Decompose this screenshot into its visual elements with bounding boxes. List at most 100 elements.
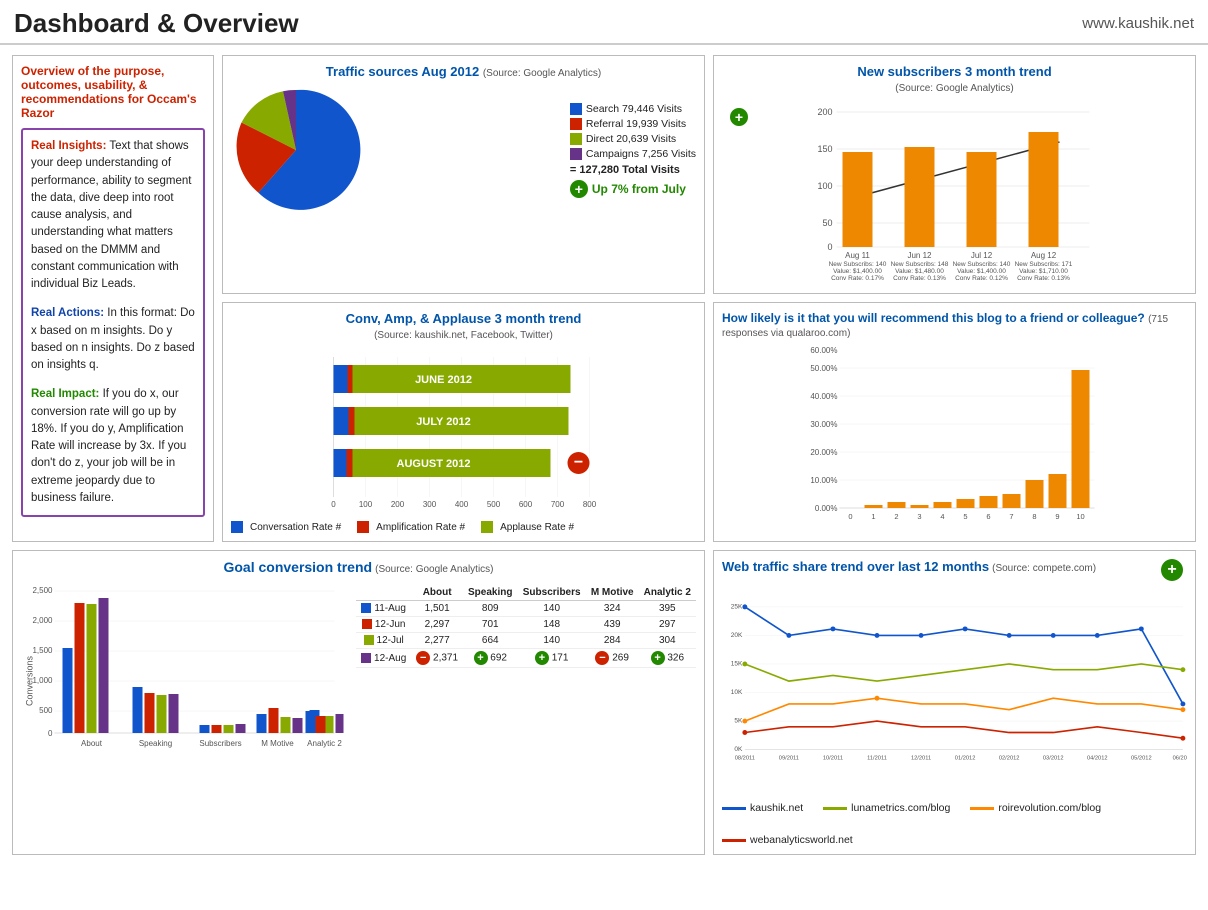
svg-text:1: 1 bbox=[871, 512, 875, 521]
bar-aug11 bbox=[843, 152, 873, 247]
goals-table: About Speaking Subscribers M Motive Anal… bbox=[356, 585, 696, 668]
svg-text:50.00%: 50.00% bbox=[810, 364, 837, 373]
svg-text:1,000: 1,000 bbox=[32, 676, 53, 685]
left-panel: Overview of the purpose, outcomes, usabi… bbox=[12, 55, 214, 542]
legend-item-kaushik: kaushik.net bbox=[722, 802, 803, 814]
list-item: Campaigns 7,256 Visits bbox=[570, 148, 696, 160]
bar-jul12 bbox=[967, 152, 997, 247]
legend-item: Conversation Rate # bbox=[231, 521, 341, 533]
svg-text:0: 0 bbox=[48, 729, 53, 738]
legend-item-luna: lunametrics.com/blog bbox=[823, 802, 950, 814]
svg-text:Conv Rate: 0.13%: Conv Rate: 0.13% bbox=[1017, 275, 1070, 282]
plus-icon-webtraffic: + bbox=[1161, 559, 1183, 581]
svg-text:10.00%: 10.00% bbox=[810, 476, 837, 485]
svg-text:0K: 0K bbox=[734, 746, 743, 753]
col-label bbox=[356, 585, 411, 601]
svg-text:Conv Rate: 0.13%: Conv Rate: 0.13% bbox=[893, 275, 946, 282]
goals-panel: Goal conversion trend (Source: Google An… bbox=[12, 550, 705, 855]
svg-text:500: 500 bbox=[487, 500, 501, 509]
col-speaking: Speaking bbox=[463, 585, 517, 601]
conv-amp-title: Conv, Amp, & Applause 3 month trend (Sou… bbox=[231, 311, 696, 341]
svg-text:AUGUST 2012: AUGUST 2012 bbox=[397, 458, 471, 470]
svg-text:5K: 5K bbox=[734, 718, 743, 725]
svg-text:60.00%: 60.00% bbox=[810, 346, 837, 355]
subscribers-chart-area: + 200 150 100 50 0 bbox=[722, 100, 1187, 285]
goals-chart: Conversions 2,500 2,000 1,500 1,000 500 … bbox=[21, 581, 348, 784]
row-label: 12-Jun bbox=[356, 617, 411, 633]
legend-item: Applause Rate # bbox=[481, 521, 574, 533]
svg-text:40.00%: 40.00% bbox=[810, 392, 837, 401]
legend-list: Search 79,446 Visits Referral 19,939 Vis… bbox=[570, 103, 696, 160]
bar-aug12 bbox=[1029, 132, 1059, 247]
svg-text:Conv Rate: 0.17%: Conv Rate: 0.17% bbox=[831, 275, 884, 282]
svg-text:New Subscribs: 140: New Subscribs: 140 bbox=[953, 261, 1011, 268]
webtraffic-title: Web traffic share trend over last 12 mon… bbox=[722, 559, 989, 574]
goals-title-area: Goal conversion trend (Source: Google An… bbox=[21, 559, 696, 575]
svg-text:5: 5 bbox=[963, 512, 967, 521]
svg-text:New Subscribs: 148: New Subscribs: 148 bbox=[891, 261, 949, 268]
plus-circle-subscribers: + bbox=[730, 108, 752, 126]
traffic-panel: Traffic sources Aug 2012 (Source: Google… bbox=[222, 55, 705, 294]
referral-dot bbox=[570, 118, 582, 130]
svg-text:08/2011: 08/2011 bbox=[735, 755, 755, 761]
conv-dot bbox=[231, 521, 243, 533]
svg-text:Analytic 2: Analytic 2 bbox=[307, 739, 342, 748]
up-indicator: + Up 7% from July bbox=[570, 180, 696, 198]
table-row: 12-Jul 2,277 664 140 284 304 bbox=[356, 633, 696, 649]
svg-text:06/2012: 06/2012 bbox=[1173, 755, 1187, 761]
svg-text:About: About bbox=[81, 739, 103, 748]
recommend-panel: How likely is it that you will recommend… bbox=[713, 302, 1196, 542]
svg-text:100: 100 bbox=[359, 500, 373, 509]
impact-text: Real Impact: If you do x, our conversion… bbox=[31, 386, 195, 507]
table-row: 12-Aug − 2,371 + 692 + 171 − 269 + 326 bbox=[356, 649, 696, 668]
goals-title: Goal conversion trend bbox=[223, 559, 372, 575]
svg-text:100: 100 bbox=[817, 181, 832, 191]
svg-text:9: 9 bbox=[1055, 512, 1059, 521]
row-label: 12-Aug bbox=[356, 649, 411, 668]
page-title: Dashboard & Overview bbox=[14, 8, 299, 39]
insights-label: Real Insights: bbox=[31, 140, 106, 152]
roi-line bbox=[745, 698, 1183, 721]
svg-text:0: 0 bbox=[848, 512, 852, 521]
svg-text:Value: $1,480.00: Value: $1,480.00 bbox=[895, 268, 944, 275]
svg-text:Value: $1,400.00: Value: $1,400.00 bbox=[957, 268, 1006, 275]
col-subscribers: Subscribers bbox=[518, 585, 586, 601]
svg-text:New Subscribs: 171: New Subscribs: 171 bbox=[1015, 261, 1073, 268]
svg-text:1,500: 1,500 bbox=[32, 646, 53, 655]
bar-jun12 bbox=[905, 147, 935, 247]
svg-text:12/2011: 12/2011 bbox=[911, 755, 931, 761]
svg-text:800: 800 bbox=[583, 500, 597, 509]
svg-text:Value: $1,400.00: Value: $1,400.00 bbox=[833, 268, 882, 275]
col-about: About bbox=[411, 585, 463, 601]
amp-dot bbox=[357, 521, 369, 533]
svg-text:Subscribers: Subscribers bbox=[199, 739, 241, 748]
svg-text:25K: 25K bbox=[731, 604, 743, 611]
goals-inner: Conversions 2,500 2,000 1,500 1,000 500 … bbox=[21, 581, 696, 784]
waw-line bbox=[745, 721, 1183, 738]
list-item: Search 79,446 Visits bbox=[570, 103, 696, 115]
campaigns-dot bbox=[570, 148, 582, 160]
svg-text:Aug 11: Aug 11 bbox=[845, 251, 870, 260]
insights-text: Real Insights: Text that shows your deep… bbox=[31, 138, 195, 293]
svg-text:20K: 20K bbox=[731, 632, 743, 639]
svg-text:20.00%: 20.00% bbox=[810, 448, 837, 457]
web-legend: kaushik.net lunametrics.com/blog roirevo… bbox=[722, 802, 1187, 846]
app-dot bbox=[481, 521, 493, 533]
webtraffic-chart: 0K 5K 10K 15K 20K 25K 08/2011 09/2011 10… bbox=[722, 581, 1187, 791]
legend-item-roi: roirevolution.com/blog bbox=[970, 802, 1101, 814]
subscribers-panel: New subscribers 3 month trend (Source: G… bbox=[713, 55, 1196, 294]
svg-text:11/2011: 11/2011 bbox=[867, 755, 887, 761]
svg-text:600: 600 bbox=[519, 500, 533, 509]
lunametrics-line bbox=[745, 664, 1183, 681]
svg-text:09/2011: 09/2011 bbox=[779, 755, 799, 761]
table-row: 12-Jun 2,297 701 148 439 297 bbox=[356, 617, 696, 633]
svg-text:New Subscribs: 140: New Subscribs: 140 bbox=[829, 261, 887, 268]
recommend-title: How likely is it that you will recommend… bbox=[722, 311, 1187, 339]
svg-text:30.00%: 30.00% bbox=[810, 420, 837, 429]
conv-legend: Conversation Rate # Amplification Rate #… bbox=[231, 521, 696, 533]
row-label: 12-Jul bbox=[356, 633, 411, 649]
recommend-chart: 0.00% 10.00% 20.00% 30.00% 40.00% 50.00%… bbox=[722, 343, 1187, 528]
svg-text:0: 0 bbox=[331, 500, 336, 509]
conv-amp-panel: Conv, Amp, & Applause 3 month trend (Sou… bbox=[222, 302, 705, 542]
page-url: www.kaushik.net bbox=[1082, 15, 1194, 32]
